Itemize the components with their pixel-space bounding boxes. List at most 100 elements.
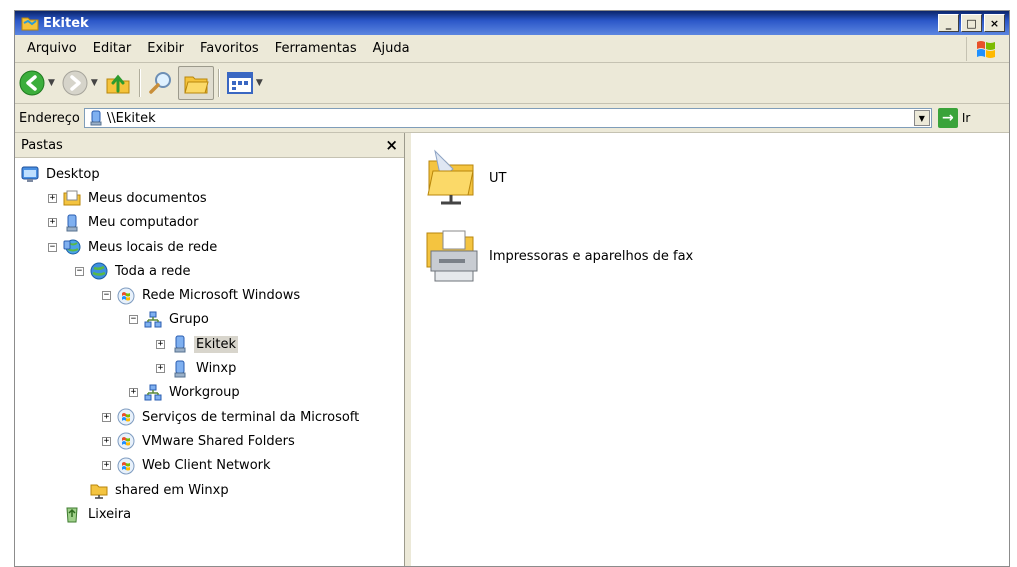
address-value: \\Ekitek [106,110,156,126]
tree-item-label: shared em Winxp [115,482,229,498]
menu-bar: Arquivo Editar Exibir Favoritos Ferramen… [15,36,1009,63]
windows-logo-icon [966,37,1005,61]
file-item[interactable]: UT [421,145,506,211]
expand-icon[interactable]: + [102,461,111,471]
workgroup-icon [144,384,162,402]
views-dropdown-icon[interactable]: ▼ [256,78,263,88]
content-area: Pastas × Desktop + Meus documentos + Meu com… [15,133,1009,566]
menu-favoritos[interactable]: Favoritos [192,36,267,62]
address-bar: Endereço \\Ekitek ▼ → Ir [15,104,1009,133]
tree-item[interactable]: − Grupo [15,308,404,332]
chevron-down-icon: ▼ [918,113,925,123]
title-bar[interactable]: Ekitek _ □ × [15,11,1009,35]
search-icon [149,72,171,94]
tree-item-label: Meus documentos [88,190,207,206]
toolbar-separator [217,69,219,97]
tree-item[interactable]: + VMware Shared Folders [15,429,404,453]
expand-icon[interactable]: + [102,412,111,422]
menu-arquivo[interactable]: Arquivo [19,36,85,62]
close-folders-pane-button[interactable]: × [385,136,398,154]
back-button[interactable]: ▼ [15,66,58,100]
tree-item-label: Meus locais de rede [88,239,218,255]
tree-item-label: Lixeira [88,506,132,522]
close-icon: × [989,16,1000,30]
shared-folder-icon [421,145,483,211]
go-button[interactable]: → Ir [937,108,971,128]
expand-icon[interactable]: + [102,436,111,446]
computer-icon [90,110,102,126]
up-folder-icon [106,74,130,94]
minimize-button[interactable]: _ [938,14,959,32]
expand-icon[interactable]: + [48,218,57,228]
forward-button[interactable]: ▼ [58,66,101,100]
maximize-button[interactable]: □ [961,14,982,32]
folder-icon [21,17,39,31]
recycle-bin-icon [63,505,81,523]
menu-ferramentas[interactable]: Ferramentas [267,36,365,62]
collapse-icon[interactable]: − [48,242,57,252]
computer-icon [171,360,189,378]
expand-icon[interactable]: + [156,364,165,374]
standard-toolbar: ▼ ▼ ▼ [15,63,1009,104]
tree-item[interactable]: + Web Client Network [15,454,404,478]
folders-button[interactable] [177,66,214,100]
collapse-icon[interactable]: − [75,266,84,276]
file-item-label: UT [489,170,507,186]
tree-item-label: Desktop [46,166,100,182]
menu-exibir[interactable]: Exibir [139,36,192,62]
menu-editar[interactable]: Editar [85,36,140,62]
views-button[interactable]: ▼ [223,66,266,100]
tree-item-label: VMware Shared Folders [142,433,295,449]
tree-item[interactable]: − Meus locais de rede [15,235,404,259]
tree-item-label: Workgroup [169,385,240,401]
back-dropdown-icon[interactable]: ▼ [48,78,55,88]
windows-network-icon [117,432,135,450]
search-button[interactable] [144,66,178,100]
tree-item[interactable]: + Ekitek [15,332,404,356]
entire-network-icon [90,262,108,280]
folders-pane: Pastas × Desktop + Meus documentos + Meu com… [15,133,405,566]
collapse-icon[interactable]: − [102,291,111,301]
tree-item-label: Ekitek [194,335,238,353]
workgroup-icon [144,311,162,329]
forward-dropdown-icon[interactable]: ▼ [91,78,98,88]
expand-icon[interactable]: + [156,339,165,349]
tree-item[interactable]: + Meu computador [15,211,404,235]
folders-pane-title: Pastas [21,137,63,153]
tree-item[interactable]: + Workgroup [15,381,404,405]
tree-item[interactable]: shared em Winxp [15,478,404,502]
tree-item[interactable]: + Meus documentos [15,186,404,210]
tree-item[interactable]: − Toda a rede [15,259,404,283]
file-view: UT Impressoras e aparelhos de fax [411,133,1009,566]
tree-item[interactable]: + Winxp [15,356,404,380]
address-label: Endereço [19,110,80,126]
expand-icon[interactable]: + [129,388,138,398]
file-item[interactable]: Impressoras e aparelhos de fax [421,223,693,289]
tree-item[interactable]: Lixeira [15,502,404,526]
collapse-icon[interactable]: − [129,315,138,325]
tree-item-label: Winxp [196,361,237,377]
shared-folder-icon [90,481,108,499]
tree-item-label: Serviços de terminal da Microsoft [142,409,360,425]
windows-network-icon [117,408,135,426]
folders-icon [184,76,209,94]
window-title: Ekitek [43,15,89,31]
folders-pane-header: Pastas × [15,133,404,158]
up-button[interactable] [101,66,135,100]
network-places-icon [63,238,81,256]
explorer-window: Ekitek _ □ × Arquivo Editar Exibir Favor… [14,10,1010,567]
tree-item-label: Toda a rede [115,263,191,279]
tree-item-label: Grupo [169,312,209,328]
back-icon [19,70,45,96]
go-label: Ir [961,111,971,125]
tree-item[interactable]: − Rede Microsoft Windows [15,283,404,307]
close-button[interactable]: × [984,14,1005,32]
tree-item[interactable]: Desktop [15,162,404,186]
tree-item[interactable]: + Serviços de terminal da Microsoft [15,405,404,429]
menu-ajuda[interactable]: Ajuda [365,36,418,62]
windows-network-icon [117,457,135,475]
address-field[interactable]: \\Ekitek ▼ [83,108,932,128]
expand-icon[interactable]: + [48,193,57,203]
window-controls: _ □ × [938,14,1005,32]
address-dropdown-button[interactable]: ▼ [913,110,930,126]
